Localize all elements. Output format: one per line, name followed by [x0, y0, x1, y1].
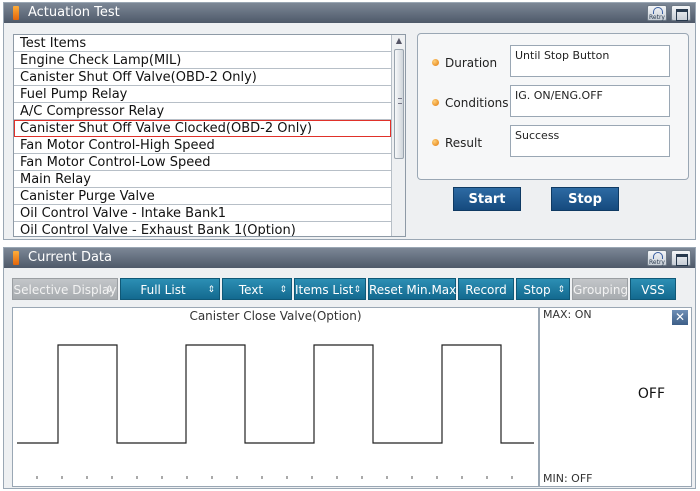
flag-icon [13, 251, 19, 265]
duration-value: Until Stop Button [510, 45, 670, 77]
stop-dropdown[interactable]: Stop ⇕ [516, 278, 570, 300]
conditions-label: Conditions [432, 96, 509, 110]
min-label: MIN: OFF [543, 472, 593, 485]
list-item[interactable]: Fan Motor Control-Low Speed [14, 154, 391, 171]
result-label-text: Result [445, 136, 483, 150]
current-data-panel: Current Data Retry Selective Display ⇕ Fu… [3, 247, 696, 489]
signal-trace [17, 344, 534, 444]
text-label: Text [238, 283, 264, 297]
bullet-icon [432, 139, 439, 146]
window-toggle-icon[interactable] [671, 5, 691, 21]
list-item[interactable]: Oil Control Valve - Exhaust Bank 1(Optio… [14, 222, 391, 236]
retry-label: Retry [649, 14, 665, 21]
reset-min-max-button[interactable]: Reset Min.Max [368, 278, 456, 300]
actuation-test-panel: Actuation Test Retry Test Items Engine C… [3, 2, 696, 240]
list-item-selected[interactable]: Canister Shut Off Valve Clocked(OBD-2 On… [14, 120, 391, 137]
graph-side-panel: MAX: ON OFF MIN: OFF ✕ [539, 307, 692, 487]
spinner-icon: ⇕ [557, 285, 565, 295]
list-item[interactable]: Canister Shut Off Valve(OBD-2 Only) [14, 69, 391, 86]
signal-graph: Canister Close Valve(Option) [12, 307, 539, 487]
retry-label: Retry [649, 259, 665, 266]
test-info-box: Duration Until Stop Button Conditions IG… [417, 33, 689, 180]
scroll-thumb[interactable] [394, 49, 404, 159]
record-button[interactable]: Record [458, 278, 514, 300]
current-titlebar: Current Data Retry [4, 248, 695, 268]
retry-button[interactable]: Retry [647, 250, 667, 266]
close-icon[interactable]: ✕ [672, 310, 688, 325]
spinner-icon: ⇕ [279, 285, 287, 295]
stop-button[interactable]: Stop [551, 187, 619, 211]
result-label: Result [432, 136, 482, 150]
full-list-dropdown[interactable]: Full List ⇕ [120, 278, 220, 300]
list-item[interactable]: Fan Motor Control-High Speed [14, 137, 391, 154]
grip-icon [398, 98, 402, 104]
full-list-label: Full List [140, 283, 186, 297]
max-label: MAX: ON [543, 308, 592, 321]
selective-display-label: Selective Display [13, 283, 117, 297]
flag-icon [13, 6, 19, 20]
list-header: Test Items [14, 35, 391, 52]
retry-button[interactable]: Retry [647, 5, 667, 21]
items-list-dropdown[interactable]: Items List ⇕ [294, 278, 366, 300]
bullet-icon [432, 59, 439, 66]
vss-button[interactable]: VSS [630, 278, 676, 300]
actuation-title: Actuation Test [28, 5, 120, 20]
duration-label: Duration [432, 56, 497, 70]
result-value: Success [510, 125, 670, 157]
bullet-icon [432, 99, 439, 106]
spinner-icon: ⇕ [353, 285, 361, 295]
current-value: OFF [637, 386, 665, 402]
spinner-icon: ⇕ [105, 285, 113, 295]
current-title: Current Data [28, 250, 112, 265]
scroll-up-icon[interactable]: ▲ [394, 36, 404, 46]
test-items-list: Test Items Engine Check Lamp(MIL) Canist… [13, 34, 406, 237]
duration-label-text: Duration [445, 56, 498, 70]
spinner-icon: ⇕ [207, 285, 215, 295]
list-item[interactable]: A/C Compressor Relay [14, 103, 391, 120]
actuation-titlebar: Actuation Test Retry [4, 3, 695, 23]
list-item[interactable]: Fuel Pump Relay [14, 86, 391, 103]
conditions-value: IG. ON/ENG.OFF [510, 85, 670, 117]
graph-canvas [17, 344, 534, 479]
list-item[interactable]: Canister Purge Valve [14, 188, 391, 205]
grouping-button[interactable]: Grouping [572, 278, 628, 300]
list-scrollbar[interactable]: ▲ [391, 35, 405, 236]
conditions-label-text: Conditions [445, 96, 509, 110]
list-item[interactable]: Main Relay [14, 171, 391, 188]
selective-display-dropdown[interactable]: Selective Display ⇕ [12, 278, 118, 300]
items-list-label: Items List [295, 283, 354, 297]
stop-label: Stop [523, 283, 551, 297]
window-toggle-icon[interactable] [671, 250, 691, 266]
start-button[interactable]: Start [453, 187, 521, 211]
text-dropdown[interactable]: Text ⇕ [222, 278, 292, 300]
list-item[interactable]: Engine Check Lamp(MIL) [14, 52, 391, 69]
list-item[interactable]: Oil Control Valve - Intake Bank1 [14, 205, 391, 222]
